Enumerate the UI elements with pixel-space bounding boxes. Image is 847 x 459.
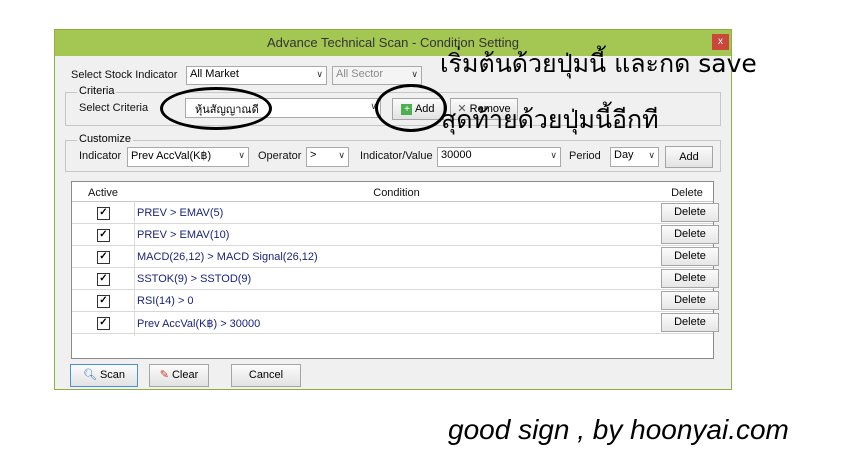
magnifier-icon: 🔍︎ [82, 369, 97, 381]
check-icon: ✓ [99, 207, 108, 218]
customize-add-button[interactable]: Add [665, 146, 713, 168]
table-row[interactable]: ✓ RSI(14) > 0 Delete [72, 290, 719, 312]
active-checkbox[interactable]: ✓ [97, 229, 110, 242]
chevron-down-icon: ∨ [238, 150, 245, 160]
add-highlight-ellipse [375, 84, 447, 132]
clear-button-label: Clear [171, 369, 199, 381]
column-header-condition: Condition [373, 187, 420, 199]
active-checkbox[interactable]: ✓ [97, 317, 110, 330]
condition-text: MACD(26,12) > MACD Signal(26,12) [137, 251, 318, 263]
indicator-select[interactable]: Prev AccVal(K฿) ∨ [127, 147, 249, 167]
annotation-line-1: เริ่มต้นด้วยปุ่มนี้ และกด save [440, 49, 757, 78]
table-row[interactable]: ✓ PREV > EMAV(5) Delete [72, 202, 719, 224]
conditions-table: Active Condition Delete ✓ PREV > EMAV(5)… [71, 181, 719, 359]
condition-text: Prev AccVal(K฿) > 30000 [137, 318, 261, 330]
chevron-down-icon: ∨ [316, 69, 323, 79]
customize-group-title: Customize [77, 133, 133, 145]
check-icon: ✓ [99, 317, 108, 328]
clear-icon: ✎ [159, 369, 169, 381]
delete-button[interactable]: Delete [661, 203, 719, 222]
operator-select-value: > [310, 149, 317, 161]
delete-button[interactable]: Delete [661, 313, 719, 332]
column-header-active: Active [88, 187, 118, 199]
table-row[interactable]: ✓ MACD(26,12) > MACD Signal(26,12) Delet… [72, 246, 719, 268]
indicator-label: Indicator [79, 150, 122, 162]
column-header-delete: Delete [671, 187, 703, 199]
check-icon: ✓ [99, 229, 108, 240]
chevron-down-icon: ∨ [338, 150, 345, 160]
cancel-button[interactable]: Cancel [231, 364, 301, 387]
chevron-down-icon: ∨ [550, 150, 557, 160]
indicator-select-value: Prev AccVal(K฿) [131, 150, 212, 162]
operator-select[interactable]: > ∨ [306, 147, 349, 167]
indicator-value-text: 30000 [441, 149, 472, 161]
indicator-value-input[interactable]: 30000 ∨ [437, 147, 561, 167]
active-checkbox[interactable]: ✓ [97, 251, 110, 264]
signature-text: good sign , by hoonyai.com [448, 414, 789, 445]
criteria-highlight-ellipse [160, 87, 272, 130]
stock-indicator-label: Select Stock Indicator [71, 69, 178, 81]
operator-label: Operator [258, 150, 302, 162]
market-select-value: All Market [190, 68, 239, 80]
select-criteria-label: Select Criteria [79, 102, 149, 114]
check-icon: ✓ [99, 251, 108, 262]
condition-text: RSI(14) > 0 [137, 295, 194, 307]
scan-button[interactable]: 🔍︎ Scan [70, 364, 138, 387]
market-select[interactable]: All Market ∨ [186, 66, 327, 85]
delete-button[interactable]: Delete [661, 269, 719, 288]
delete-button[interactable]: Delete [661, 247, 719, 266]
condition-text: PREV > EMAV(5) [137, 207, 224, 219]
condition-text: SSTOK(9) > SSTOD(9) [137, 273, 252, 285]
criteria-group-title: Criteria [77, 85, 117, 97]
active-checkbox[interactable]: ✓ [97, 207, 110, 220]
delete-button[interactable]: Delete [661, 225, 719, 244]
chevron-down-icon: ∨ [648, 150, 655, 160]
scan-button-label: Scan [99, 369, 126, 381]
clear-button[interactable]: ✎ Clear [149, 364, 209, 387]
table-row[interactable]: ✓ SSTOK(9) > SSTOD(9) Delete [72, 268, 719, 290]
condition-text: PREV > EMAV(10) [137, 229, 230, 241]
active-checkbox[interactable]: ✓ [97, 273, 110, 286]
table-row[interactable]: ✓ Prev AccVal(K฿) > 30000 Delete [72, 312, 719, 334]
indicator-value-label: Indicator/Value [360, 150, 433, 162]
check-icon: ✓ [99, 295, 108, 306]
period-select-value: Day [614, 149, 634, 161]
period-label: Period [569, 150, 601, 162]
period-select[interactable]: Day ∨ [610, 147, 659, 167]
delete-button[interactable]: Delete [661, 291, 719, 310]
annotation-line-2: สุดท้ายด้วยปุ่มนี้อีกที [441, 105, 659, 134]
sector-select: All Sector ∨ [332, 66, 422, 85]
sector-select-value: All Sector [336, 68, 384, 80]
check-icon: ✓ [99, 273, 108, 284]
chevron-down-icon: ∨ [411, 69, 418, 79]
table-row[interactable]: ✓ PREV > EMAV(10) Delete [72, 224, 719, 246]
active-checkbox[interactable]: ✓ [97, 295, 110, 308]
